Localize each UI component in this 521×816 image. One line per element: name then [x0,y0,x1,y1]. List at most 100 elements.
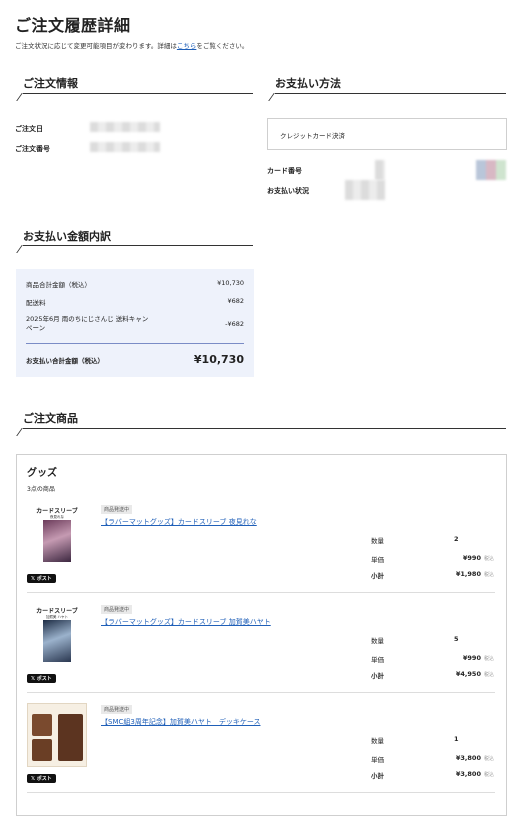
product-item: カードスリーブ 夜見れな 𝕏 ポスト 商品発送中 【ラバーマットグッズ】カードス… [27,503,494,588]
card-number-redacted [375,160,385,180]
share-x-button[interactable]: 𝕏 ポスト [27,574,56,583]
item-divider [27,792,495,793]
payment-summary-box: 商品合計金額（税込） ¥10,730 配送料 ¥682 2025年6月 雨のちに… [16,269,254,377]
unit-price-value: ¥990 [462,554,481,562]
category-title: グッズ [27,468,57,479]
status-badge: 商品発送中 [101,705,133,714]
unit-price-label: 単価 [371,656,384,664]
payment-status-redacted [345,180,385,200]
qty-label: 数量 [371,637,384,645]
share-x-button[interactable]: 𝕏 ポスト [27,674,56,683]
share-x-label: ポスト [36,576,52,582]
subtotal-value: ¥1,980 [455,570,481,578]
thumbnail-title: カードスリーブ [36,608,78,615]
unit-price-value: ¥990 [462,654,481,662]
tax-label: 税込 [483,556,494,562]
unit-price: ¥990 税込 [432,554,494,562]
product-name-link[interactable]: 【ラバーマットグッズ】カードスリーブ 加賀美ハヤト [101,617,271,627]
page-note: ご注文状況に応じて変更可能項目が変わります。詳細はこちらをご覧ください。 [15,40,248,50]
product-item: 𝕏 ポスト 商品発送中 【SMC組3周年記念】加賀美ハヤト デッキケース 数量 … [27,703,494,788]
section-divider [23,245,253,246]
item-divider [27,592,495,593]
unit-price: ¥990 税込 [432,654,494,662]
qty-value: 5 [454,635,459,643]
item-divider [27,692,495,693]
tax-label: 税込 [483,572,494,578]
product-thumbnail[interactable]: カードスリーブ 夜見れな [27,503,87,567]
products-title: ご注文商品 [23,412,78,425]
summary-divider [26,343,244,344]
qty-label: 数量 [371,737,384,745]
summary-row-subtotal: 商品合計金額（税込） ¥10,730 [26,279,244,289]
subtotal-value: ¥3,800 [455,770,481,778]
subtotal-label: 小計 [371,672,384,680]
deck-case-image [32,739,52,761]
payment-method-title: お支払い方法 [275,77,341,90]
unit-price-label: 単価 [371,556,384,564]
summary-title: お支払い金額内訳 [23,230,111,243]
section-hook [16,245,33,253]
subtotal: ¥1,980 税込 [432,570,494,578]
subtotal: ¥3,800 税込 [432,770,494,778]
tax-label: 税込 [483,672,494,678]
subtotal: ¥4,950 税込 [432,670,494,678]
product-name-link[interactable]: 【SMC組3周年記念】加賀美ハヤト デッキケース [101,717,260,727]
section-divider [23,93,253,94]
page-title: ご注文履歴詳細 [15,16,131,35]
order-number-value-redacted [90,142,160,152]
unit-price-label: 単価 [371,756,384,764]
sleeve-artwork [43,520,71,562]
payment-method-box: クレジットカード決済 [267,118,507,150]
section-hook [268,93,285,101]
summary-row-label: 2025年6月 雨のちにじさんじ 送料キャンペーン [26,315,149,332]
total-value: ¥10,730 [193,353,244,366]
summary-row-value: -¥682 [225,319,244,328]
qty-value: 2 [454,535,459,543]
payment-status-label: お支払い状況 [267,187,309,195]
thumbnail-title: カードスリーブ [36,508,78,515]
share-x-label: ポスト [36,776,52,782]
product-item: カードスリーブ 加賀美 ハヤト 𝕏 ポスト 商品発送中 【ラバーマットグッズ】カ… [27,603,494,688]
payment-method-value: クレジットカード決済 [280,132,345,140]
item-count: 3点の商品 [27,486,55,493]
products-box: グッズ 3点の商品 カードスリーブ 夜見れな 𝕏 ポスト 商品発送中 【ラバーマ… [16,454,507,816]
summary-row-label: 配送料 [26,299,46,307]
status-badge: 商品発送中 [101,505,133,514]
section-divider [23,428,506,429]
card-brand-icon [476,160,506,180]
total-label: お支払い合計金額（税込） [26,356,104,365]
details-link[interactable]: こちら [177,42,197,50]
order-info-title: ご注文情報 [23,77,78,90]
qty-value: 1 [454,735,459,743]
tax-label: 税込 [483,756,494,762]
unit-price-value: ¥3,800 [455,754,481,762]
subtotal-label: 小計 [371,772,384,780]
section-hook [16,93,33,101]
summary-total-row: お支払い合計金額（税込） ¥10,730 [26,353,244,366]
product-name-link[interactable]: 【ラバーマットグッズ】カードスリーブ 夜見れな [101,517,257,527]
summary-row-campaign: 2025年6月 雨のちにじさんじ 送料キャンペーン -¥682 [26,315,244,333]
subtotal-label: 小計 [371,572,384,580]
summary-row-shipping: 配送料 ¥682 [26,297,244,307]
tax-label: 税込 [483,772,494,778]
product-thumbnail[interactable] [27,703,87,767]
share-x-label: ポスト [36,676,52,682]
summary-row-value: ¥10,730 [217,279,244,287]
card-number-label: カード番号 [267,167,302,175]
unit-price: ¥3,800 税込 [432,754,494,762]
order-date-value-redacted [90,122,160,132]
share-x-button[interactable]: 𝕏 ポスト [27,774,56,783]
tax-label: 税込 [483,656,494,662]
note-text: ご注文状況に応じて変更可能項目が変わります。詳細は [15,42,177,50]
summary-row-label: 商品合計金額（税込） [26,281,91,289]
order-date-label: ご注文日 [15,125,43,133]
section-divider [275,93,506,94]
order-number-label: ご注文番号 [15,145,50,153]
note-text-suffix: をご覧ください。 [196,42,249,50]
product-thumbnail[interactable]: カードスリーブ 加賀美 ハヤト [27,603,87,667]
status-badge: 商品発送中 [101,605,133,614]
subtotal-value: ¥4,950 [455,670,481,678]
qty-label: 数量 [371,537,384,545]
section-hook [16,428,33,436]
sleeve-artwork [43,620,71,662]
